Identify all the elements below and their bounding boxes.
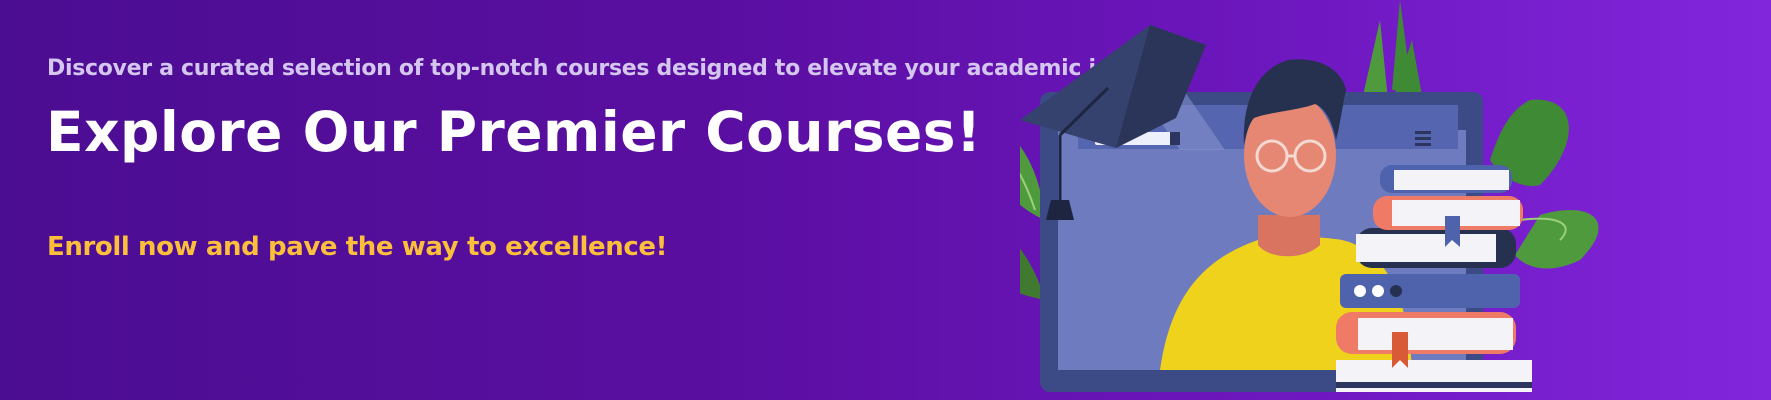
- banner-headline: Explore Our Premier Courses!: [46, 100, 982, 164]
- online-learning-illustration: [1020, 0, 1599, 392]
- hero-banner: Discover a curated selection of top-notc…: [0, 0, 1771, 400]
- banner-tagline: Discover a curated selection of top-notc…: [47, 56, 1181, 81]
- banner-cta-text: Enroll now and pave the way to excellenc…: [47, 232, 668, 262]
- menu-icon: [1415, 131, 1431, 146]
